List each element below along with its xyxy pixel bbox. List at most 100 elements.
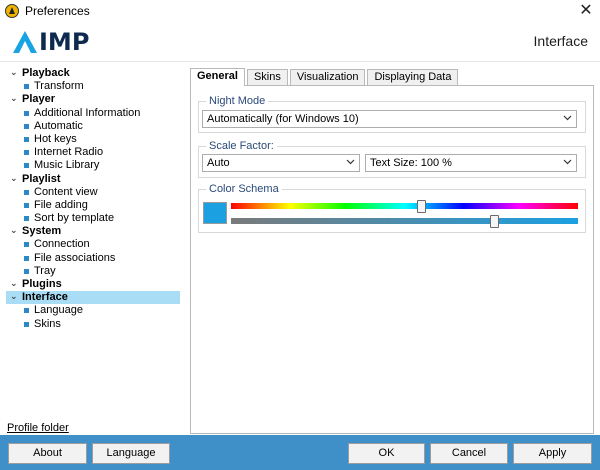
- bullet-icon: [24, 242, 29, 248]
- scale-factor-select[interactable]: Auto: [202, 154, 360, 172]
- bullet-icon: [24, 189, 29, 195]
- tree-item-label: Plugins: [22, 278, 62, 290]
- bullet-icon: [24, 110, 29, 116]
- tree-item-label: Skins: [34, 317, 61, 330]
- tree-item-label: Language: [34, 304, 83, 317]
- tree-item-label: Connection: [34, 238, 90, 251]
- settings-tree: ⌄ Playback Transform ⌄ Player Additional Info…: [0, 67, 186, 331]
- tree-category-playback[interactable]: ⌄ Playback: [0, 67, 186, 80]
- tree-item-sort-by-template[interactable]: Sort by template: [0, 212, 186, 225]
- close-icon[interactable]: ✕: [576, 1, 596, 21]
- tree-item-skins[interactable]: Skins: [0, 318, 186, 331]
- chevron-down-icon[interactable]: ⌄: [10, 172, 18, 185]
- tree-item-automatic[interactable]: Automatic: [0, 120, 186, 133]
- scale-factor-label: Scale Factor:: [206, 140, 277, 152]
- color-schema-label: Color Schema: [206, 183, 282, 195]
- chevron-down-icon: [563, 159, 572, 165]
- tree-item-label: Interface: [22, 291, 68, 304]
- tree-item-label: System: [22, 225, 62, 238]
- tree-category-system[interactable]: ⌄ System: [0, 225, 186, 238]
- night-mode-select[interactable]: Automatically (for Windows 10): [202, 110, 577, 128]
- tree-item-language[interactable]: Language: [0, 304, 186, 317]
- tree-item-transform[interactable]: Transform: [0, 80, 186, 93]
- color-swatch[interactable]: [203, 202, 227, 224]
- bullet-icon: [24, 136, 29, 142]
- chevron-down-icon[interactable]: ⌄: [10, 224, 18, 237]
- about-button[interactable]: About: [8, 443, 87, 464]
- tree-item-label: Transform: [34, 80, 84, 93]
- tree-category-player[interactable]: ⌄ Player: [0, 93, 186, 106]
- hue-slider-track[interactable]: [231, 203, 578, 209]
- tree-item-label: Playback: [22, 67, 70, 79]
- tree-item-label: File associations: [34, 251, 116, 264]
- night-mode-value: Automatically (for Windows 10): [207, 113, 359, 125]
- page-title: Interface: [533, 33, 588, 49]
- tree-item-label: Hot keys: [34, 132, 77, 145]
- bullet-icon: [24, 84, 29, 90]
- bullet-icon: [24, 202, 29, 208]
- bullet-icon: [24, 123, 29, 129]
- saturation-slider-track[interactable]: [231, 218, 578, 224]
- tree-item-internet-radio[interactable]: Internet Radio: [0, 146, 186, 159]
- color-schema-group: Color Schema: [198, 183, 586, 233]
- language-button[interactable]: Language: [92, 443, 170, 464]
- text-size-value: Text Size: 100 %: [370, 157, 452, 169]
- ok-button[interactable]: OK: [348, 443, 425, 464]
- title-bar: Preferences ✕: [0, 0, 600, 22]
- footer-bar: [0, 435, 600, 470]
- tree-category-playlist[interactable]: ⌄ Playlist: [0, 173, 186, 186]
- tab-general[interactable]: General: [190, 68, 245, 86]
- saturation-slider-thumb[interactable]: [489, 215, 499, 228]
- night-mode-label: Night Mode: [206, 95, 269, 107]
- bullet-icon: [24, 321, 29, 327]
- apply-button[interactable]: Apply: [513, 443, 592, 464]
- profile-folder-link[interactable]: Profile folder: [7, 422, 69, 434]
- tab-bar: General Skins Visualization Displaying D…: [190, 68, 460, 86]
- chevron-down-icon: [563, 115, 572, 121]
- bullet-icon: [24, 216, 29, 222]
- tree-item-additional-information[interactable]: Additional Information: [0, 107, 186, 120]
- tree-item-label: Player: [22, 93, 56, 106]
- tree-item-label: Content view: [34, 185, 98, 198]
- tab-visualization[interactable]: Visualization: [289, 69, 366, 85]
- tree-item-label: File adding: [34, 198, 88, 211]
- bullet-icon: [24, 308, 29, 314]
- scale-factor-value: Auto: [207, 157, 230, 169]
- tree-item-hot-keys[interactable]: Hot keys: [0, 133, 186, 146]
- tree-item-file-adding[interactable]: File adding: [0, 199, 186, 212]
- tree-item-music-library[interactable]: Music Library: [0, 159, 186, 172]
- aimp-logo: IMP: [12, 27, 89, 57]
- tree-item-label: Additional Information: [34, 106, 141, 119]
- tree-item-label: Sort by template: [34, 212, 115, 225]
- bullet-icon: [24, 163, 29, 169]
- chevron-down-icon: [346, 159, 355, 165]
- chevron-down-icon[interactable]: ⌄: [10, 92, 18, 105]
- chevron-down-icon[interactable]: ⌄: [10, 277, 18, 290]
- tree-item-connection[interactable]: Connection: [0, 238, 186, 251]
- bullet-icon: [24, 268, 29, 274]
- tree-category-plugins[interactable]: ⌄ Plugins: [0, 278, 186, 291]
- bullet-icon: [24, 150, 29, 156]
- tree-item-label: Automatic: [34, 119, 83, 132]
- chevron-down-icon[interactable]: ⌄: [10, 66, 18, 79]
- tree-category-interface[interactable]: ⌄ Interface: [6, 290, 180, 305]
- tree-item-tray[interactable]: Tray: [0, 265, 186, 278]
- aimp-app-icon: [5, 4, 19, 18]
- tree-item-label: Playlist: [22, 172, 61, 185]
- settings-panel: [190, 85, 594, 434]
- logo-text: IMP: [39, 28, 90, 56]
- tab-displaying-data[interactable]: Displaying Data: [367, 69, 459, 85]
- chevron-down-icon[interactable]: ⌄: [10, 290, 18, 303]
- tab-skins[interactable]: Skins: [246, 69, 288, 85]
- bullet-icon: [24, 255, 29, 261]
- cancel-button[interactable]: Cancel: [430, 443, 508, 464]
- text-size-select[interactable]: Text Size: 100 %: [365, 154, 577, 172]
- tree-item-file-associations[interactable]: File associations: [0, 252, 186, 265]
- window-title: Preferences: [25, 4, 90, 18]
- hue-slider-thumb[interactable]: [416, 200, 426, 213]
- tree-item-label: Tray: [34, 264, 56, 277]
- tree-item-content-view[interactable]: Content view: [0, 186, 186, 199]
- logo-a-icon: [13, 31, 37, 53]
- sidebar: ⌄ Playback Transform ⌄ Player Additional Info…: [0, 62, 186, 434]
- header: IMP Interface: [0, 22, 600, 62]
